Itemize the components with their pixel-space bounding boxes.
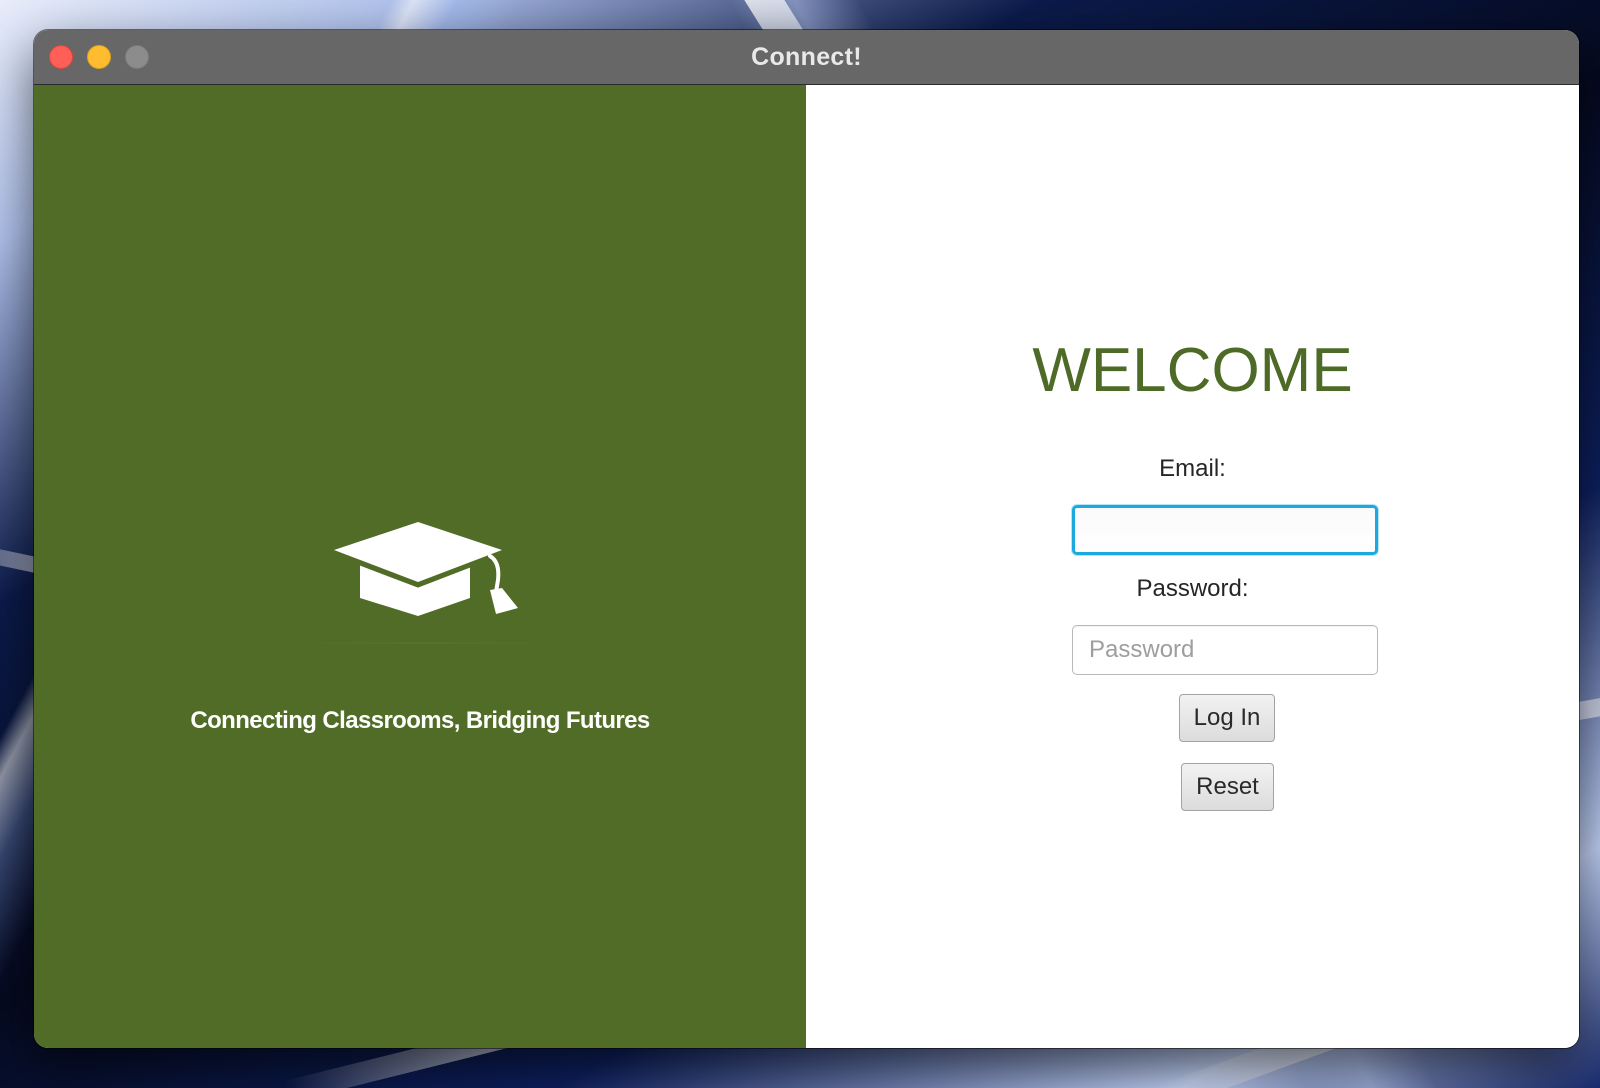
password-field[interactable] [1072, 625, 1378, 675]
password-label: Password: [1136, 575, 1249, 602]
app-window: Connect! Connecting Classrooms, Bridging… [34, 30, 1579, 1048]
reset-button[interactable]: Reset [1181, 763, 1274, 811]
branding-panel: Connecting Classrooms, Bridging Futures [34, 85, 806, 1048]
email-label: Email: [1159, 455, 1226, 482]
welcome-heading: WELCOME [1032, 336, 1353, 405]
graduation-cap-icon [334, 522, 518, 616]
login-panel: WELCOME Email: Password: Log In Reset [806, 85, 1579, 1048]
window-title: Connect! [751, 43, 862, 71]
title-bar[interactable]: Connect! [34, 30, 1579, 85]
login-button[interactable]: Log In [1179, 694, 1275, 742]
logo-divider [274, 642, 574, 644]
email-field[interactable] [1072, 505, 1378, 555]
tagline: Connecting Classrooms, Bridging Futures [190, 707, 650, 734]
